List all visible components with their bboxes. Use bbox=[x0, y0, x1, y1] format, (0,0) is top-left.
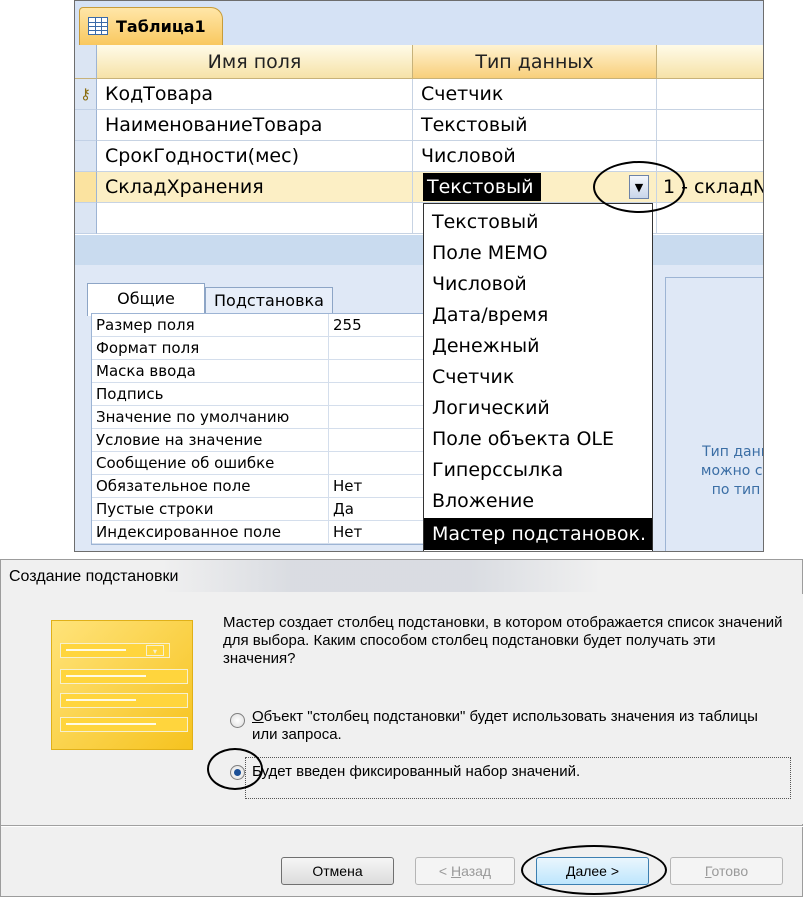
dropdown-option[interactable]: Дата/время bbox=[424, 299, 652, 331]
property-help-text: Тип данн можно со по тип bbox=[676, 443, 764, 500]
tab-general[interactable]: Общие bbox=[87, 283, 205, 316]
radio-table-or-query[interactable] bbox=[230, 713, 245, 728]
option-fixed-values-label[interactable]: Будет введен фиксированный набор значени… bbox=[252, 763, 580, 781]
property-name: Маска ввода bbox=[96, 362, 196, 380]
lookup-wizard-dialog: Создание подстановки ▾ Мастер создает ст… bbox=[0, 559, 803, 897]
description-cell[interactable] bbox=[657, 141, 763, 172]
dropdown-option[interactable]: Поле MEMO bbox=[424, 237, 652, 269]
dropdown-option[interactable]: Логический bbox=[424, 392, 652, 424]
dropdown-option[interactable]: Вложение bbox=[424, 485, 652, 517]
property-name: Сообщение об ошибке bbox=[96, 454, 275, 472]
document-tab-title: Таблица1 bbox=[116, 17, 206, 36]
finish-label: отово bbox=[711, 863, 749, 879]
help-line: можно со bbox=[700, 463, 763, 479]
data-type-dropdown-list: Текстовый Поле MEMO Числовой Дата/время … bbox=[423, 203, 653, 551]
mnemonic-n: Н bbox=[450, 863, 462, 879]
document-tab[interactable]: Таблица1 bbox=[79, 7, 223, 45]
data-type-combo-value[interactable]: Текстовый bbox=[423, 173, 541, 201]
finish-button[interactable]: Готово bbox=[670, 857, 783, 885]
header-description bbox=[657, 45, 763, 79]
option-table-or-query-label[interactable]: Объект "столбец подстановки" будет испол… bbox=[252, 708, 772, 744]
tab-lookup[interactable]: Подстановка bbox=[205, 287, 333, 313]
art-line bbox=[66, 649, 126, 651]
help-line: Тип данн bbox=[702, 444, 764, 460]
art-line bbox=[66, 699, 136, 701]
dialog-separator bbox=[1, 825, 803, 827]
header-data-type: Тип данных bbox=[413, 45, 657, 79]
row-selector[interactable] bbox=[75, 110, 97, 141]
field-properties-panel: Общие Подстановка Размер поля 255 Формат … bbox=[75, 265, 764, 551]
dropdown-option[interactable]: Текстовый bbox=[424, 206, 652, 238]
primary-key-icon: ⚷ bbox=[80, 85, 91, 103]
wizard-illustration: ▾ bbox=[51, 620, 193, 750]
art-line bbox=[66, 723, 156, 725]
property-help-pane: Тип данн можно со по тип bbox=[665, 277, 764, 551]
property-name: Пустые строки bbox=[96, 500, 214, 518]
dropdown-option[interactable]: Счетчик bbox=[424, 361, 652, 393]
row-selector[interactable] bbox=[75, 141, 97, 172]
row-selector[interactable]: ⚷ bbox=[75, 79, 97, 110]
art-chevron-icon: ▾ bbox=[146, 645, 164, 656]
document-tab-strip: Таблица1 bbox=[75, 1, 763, 45]
dialog-title: Создание подстановки bbox=[9, 568, 179, 585]
back-button[interactable]: < Назад bbox=[415, 857, 515, 885]
property-name: Индексированное поле bbox=[96, 523, 282, 541]
table-designer-window: Таблица1 Имя поля Тип данных ⚷ КодТовара… bbox=[74, 0, 764, 552]
property-name: Формат поля bbox=[96, 339, 200, 357]
select-all-corner[interactable] bbox=[75, 45, 97, 79]
description-cell[interactable] bbox=[657, 110, 763, 141]
annotation-circle bbox=[521, 845, 667, 895]
back-label: азад bbox=[461, 863, 492, 879]
field-name-cell[interactable]: НаименованиеТовара bbox=[97, 110, 413, 141]
annotation-circle bbox=[207, 748, 263, 790]
description-cell[interactable] bbox=[657, 203, 763, 234]
property-name: Подпись bbox=[96, 385, 164, 403]
mnemonic-o: О bbox=[252, 708, 264, 725]
data-type-cell[interactable]: Счетчик bbox=[413, 79, 657, 110]
description-cell[interactable] bbox=[657, 79, 763, 110]
table-icon bbox=[88, 17, 108, 35]
dropdown-option[interactable]: Числовой bbox=[424, 268, 652, 300]
wizard-intro-text: Мастер создает столбец подстановки, в ко… bbox=[223, 614, 783, 667]
property-name: Значение по умолчанию bbox=[96, 408, 290, 426]
property-name: Обязательное поле bbox=[96, 477, 251, 495]
row-selector-active[interactable] bbox=[75, 172, 97, 203]
art-line bbox=[66, 675, 146, 677]
option-table-text: бъект "столбец подстановки" будет исполь… bbox=[252, 708, 758, 743]
header-field-name: Имя поля bbox=[97, 45, 413, 79]
mnemonic-g: Г bbox=[704, 863, 712, 879]
dropdown-option[interactable]: Гиперссылка bbox=[424, 454, 652, 486]
field-name-cell[interactable]: СрокГодности(мес) bbox=[97, 141, 413, 172]
data-type-cell[interactable]: Текстовый bbox=[413, 110, 657, 141]
dropdown-option-highlighted[interactable]: Мастер подстановок. bbox=[424, 518, 652, 550]
dropdown-option[interactable]: Денежный bbox=[424, 330, 652, 362]
property-name: Размер поля bbox=[96, 316, 195, 334]
field-name-cell[interactable]: КодТовара bbox=[97, 79, 413, 110]
dropdown-option[interactable]: Поле объекта OLE bbox=[424, 423, 652, 455]
title-bar-background bbox=[161, 560, 601, 592]
help-line: по тип bbox=[711, 482, 761, 498]
property-name: Условие на значение bbox=[96, 431, 263, 449]
cancel-button[interactable]: Отмена bbox=[281, 857, 394, 885]
field-name-cell[interactable] bbox=[97, 203, 413, 234]
back-prefix: < bbox=[438, 863, 451, 879]
grid-separator bbox=[75, 235, 763, 265]
annotation-circle bbox=[593, 161, 685, 213]
field-name-cell-active[interactable]: СкладХранения bbox=[97, 172, 413, 203]
row-selector[interactable] bbox=[75, 203, 97, 234]
